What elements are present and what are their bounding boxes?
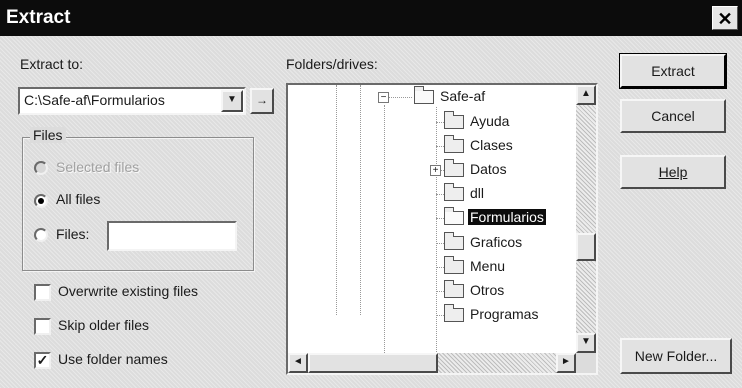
radio-selected-files[interactable]	[34, 161, 48, 175]
tree-item-label: Safe-af	[440, 88, 486, 104]
vertical-scrollbar[interactable]	[576, 85, 596, 353]
tree-item-label: Datos	[470, 161, 507, 177]
tree-guide	[436, 267, 444, 268]
browse-path-button[interactable]: →	[250, 88, 274, 114]
tree-guide	[436, 291, 444, 292]
tree-guide	[436, 194, 444, 195]
arrow-left-icon: ◄	[293, 356, 303, 367]
scroll-down-button[interactable]: ▼	[576, 333, 596, 353]
close-button[interactable]: ✕	[712, 6, 738, 30]
tree-guide	[436, 218, 444, 219]
tree-guide	[384, 105, 385, 355]
folder-icon	[444, 135, 464, 153]
folder-icon	[444, 256, 464, 274]
tree-item-label: Menu	[470, 258, 506, 274]
tree-item-label: Programas	[470, 306, 539, 322]
extract-to-combo[interactable]: C:\Safe-af\Formularios ▼	[18, 87, 246, 115]
new-folder-button[interactable]: New Folder...	[620, 338, 732, 374]
checkmark-icon: ✓	[36, 352, 49, 368]
folder-icon	[444, 159, 464, 177]
arrow-right-icon: ►	[561, 356, 571, 367]
title-bar: Extract ✕	[0, 0, 742, 36]
tree-item-label: Otros	[470, 282, 505, 298]
folder-icon	[444, 232, 464, 250]
files-group-title: Files	[30, 127, 66, 143]
extract-dialog: Extract ✕ Extract to: C:\Safe-af\Formula…	[0, 0, 742, 388]
extract-to-value: C:\Safe-af\Formularios	[24, 92, 165, 108]
tree-item-label: Ayuda	[470, 113, 510, 129]
close-icon: ✕	[717, 9, 733, 29]
chevron-down-icon: ▼	[227, 94, 237, 105]
open-folder-icon	[414, 86, 434, 104]
tree-guide	[436, 146, 444, 147]
vertical-scroll-thumb[interactable]	[576, 233, 596, 261]
use-folder-names-checkbox[interactable]: ✓	[34, 352, 51, 369]
overwrite-checkbox[interactable]	[34, 284, 51, 301]
tree-guide	[360, 85, 361, 315]
horizontal-scroll-thumb[interactable]	[308, 353, 438, 373]
folder-icon	[444, 183, 464, 201]
overwrite-label: Overwrite existing files	[58, 283, 199, 299]
scroll-up-button[interactable]: ▲	[576, 85, 596, 105]
skip-older-checkbox[interactable]	[34, 318, 51, 335]
files-pattern-input[interactable]	[107, 221, 237, 251]
radio-files[interactable]	[34, 228, 48, 242]
collapse-icon[interactable]: −	[378, 92, 389, 103]
tree-guide	[436, 315, 444, 316]
scroll-left-button[interactable]: ◄	[288, 353, 308, 373]
extract-to-label: Extract to:	[20, 56, 84, 72]
tree-item-label: Graficos	[470, 234, 523, 250]
scroll-right-button[interactable]: ►	[556, 353, 576, 373]
folder-icon	[444, 304, 464, 322]
all-files-label: All files	[56, 191, 101, 207]
help-button[interactable]: Help	[620, 155, 726, 189]
tree-item-label: dll	[470, 185, 485, 201]
window-title: Extract	[6, 7, 71, 28]
folders-drives-label: Folders/drives:	[286, 56, 378, 72]
open-folder-icon	[444, 207, 464, 225]
use-folder-names-label: Use folder names	[58, 351, 168, 367]
folder-icon	[444, 280, 464, 298]
cancel-button[interactable]: Cancel	[620, 99, 726, 133]
selected-files-label: Selected files	[56, 159, 140, 175]
folder-icon	[444, 111, 464, 129]
arrow-down-icon: ▼	[581, 336, 591, 347]
radio-all-files[interactable]	[34, 194, 48, 208]
tree-guide	[436, 122, 444, 123]
cancel-button-label: Cancel	[651, 108, 695, 124]
arrow-up-icon: ▲	[581, 88, 591, 99]
skip-older-label: Skip older files	[58, 317, 150, 333]
tree-guide	[436, 243, 444, 244]
folder-tree[interactable]: − Safe-af Ayuda Clases + Datos dll Formu…	[286, 83, 598, 375]
new-folder-button-label: New Folder...	[634, 348, 718, 364]
tree-item-label: Clases	[470, 137, 513, 153]
radio-dot	[38, 198, 44, 204]
scrollbar-corner	[576, 353, 596, 373]
help-button-label: Help	[658, 164, 688, 180]
tree-item-label: Formularios	[468, 209, 546, 225]
expand-icon[interactable]: +	[430, 165, 441, 176]
tree-guide	[336, 85, 337, 315]
extract-button[interactable]: Extract	[620, 54, 726, 88]
arrow-right-icon: →	[256, 93, 268, 107]
extract-to-dropdown-button[interactable]: ▼	[221, 90, 243, 112]
files-label: Files:	[56, 226, 90, 242]
extract-button-label: Extract	[651, 63, 695, 79]
